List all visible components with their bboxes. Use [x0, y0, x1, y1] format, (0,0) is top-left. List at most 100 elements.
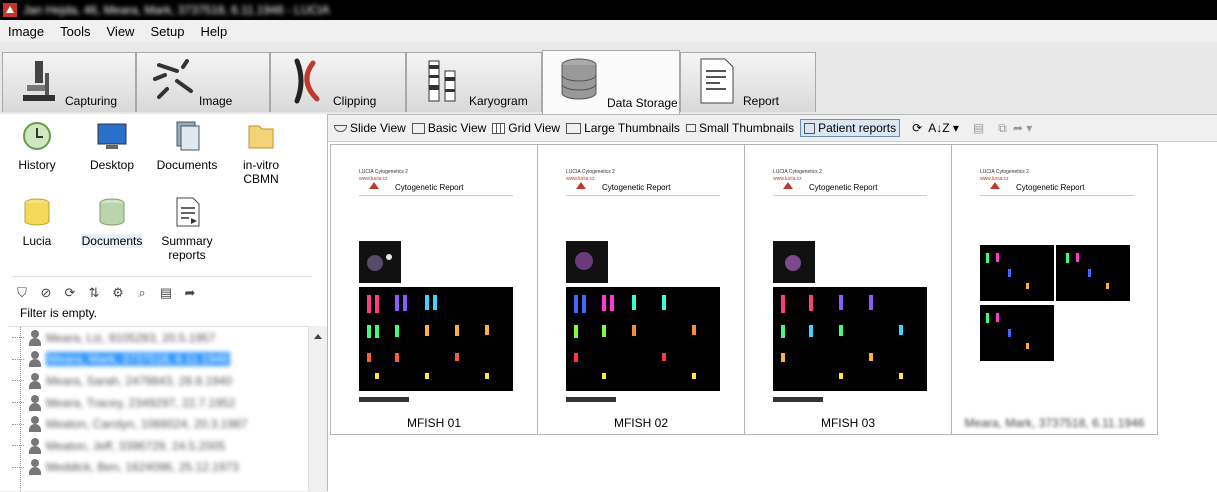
svg-text:Cytogenetic Report: Cytogenetic Report [1016, 183, 1085, 192]
tab-clipping[interactable]: Clipping [270, 52, 406, 112]
person-icon [28, 372, 42, 389]
person-icon [28, 329, 42, 346]
tab-image[interactable]: Image [136, 52, 270, 112]
search-patient-icon[interactable]: ⌕ [134, 285, 150, 301]
lucia-database-icon [24, 198, 50, 226]
basic-view-button[interactable]: Basic View [411, 121, 486, 135]
tab-karyogram-label: Karyogram [469, 94, 528, 108]
menu-image[interactable]: Image [8, 24, 44, 39]
person-icon [28, 351, 42, 368]
svg-text:www.lucia.cz: www.lucia.cz [566, 176, 595, 182]
export-view-icon: ➦ ▾ [1012, 121, 1033, 135]
location-documents-db[interactable]: Documents [78, 196, 146, 248]
clipping-icon [294, 58, 320, 104]
summary-reports-icon [176, 197, 200, 227]
menu-setup[interactable]: Setup [150, 24, 184, 39]
menu-tools[interactable]: Tools [60, 24, 90, 39]
report-page-preview: LUCIA Cytogenetics 2 www.lucia.cz Cytoge… [359, 169, 513, 402]
refresh-icon[interactable]: ⟳ [62, 285, 78, 301]
svg-text:Cytogenetic Report: Cytogenetic Report [809, 183, 878, 192]
svg-text:LUCIA Cytogenetics 2: LUCIA Cytogenetics 2 [773, 169, 822, 175]
svg-text:Cytogenetic Report: Cytogenetic Report [395, 183, 464, 192]
database-icon [561, 58, 597, 100]
person-icon [28, 416, 42, 433]
large-thumbnails-button[interactable]: Large Thumbnails [566, 121, 680, 135]
documents-database-icon [99, 198, 125, 226]
thumbnail-item[interactable]: LUCIA Cytogenetics 2 www.lucia.cz Cytoge… [744, 144, 951, 435]
thumbnail-item[interactable]: LUCIA Cytogenetics 2 www.lucia.cz Cytoge… [330, 144, 537, 435]
refresh-view-icon: ⟳ [912, 121, 923, 135]
menu-view[interactable]: View [107, 24, 135, 39]
chromosomes-icon [153, 59, 193, 99]
patient-row[interactable]: Meara, Tracey, 2349297, 22.7.1952 [8, 392, 308, 414]
report-page-preview: LUCIA Cytogenetics 2 www.lucia.cz Cytoge… [773, 169, 927, 402]
location-desktop[interactable]: Desktop [86, 120, 138, 172]
refresh-view-button[interactable]: ⟳ [912, 121, 922, 135]
documents-icon [176, 121, 200, 151]
thumbnail-caption: Meara, Mark, 3737518, 6.11.1946 [964, 416, 1145, 430]
tab-report-label: Report [743, 94, 780, 108]
location-lucia[interactable]: Lucia [14, 196, 60, 248]
person-icon [28, 437, 42, 454]
thumbnail-item[interactable]: LUCIA Cytogenetics 2 www.lucia.cz Cytoge… [951, 144, 1158, 435]
svg-text:LUCIA Cytogenetics 2: LUCIA Cytogenetics 2 [359, 169, 408, 175]
menu-bar: Image Tools View Setup Help [0, 20, 1217, 42]
patient-toolbar: ⛉ ⊘ ⟳ ⇅ ⚙ ⌕ ▤ ➦ [14, 284, 198, 302]
tab-capturing[interactable]: Capturing [2, 52, 136, 112]
sort-view-button[interactable]: A↓Z ▾ [928, 121, 959, 135]
sort-icon[interactable]: ⇅ [86, 285, 102, 301]
lucia-logo-icon [3, 3, 17, 17]
patient-row-selected[interactable]: Meara, Mark, 3737518, 6.11.1946 [8, 349, 308, 371]
tab-karyogram[interactable]: Karyogram [406, 52, 542, 112]
location-in-vitro-cbmn-label: in-vitro CBMN [242, 158, 279, 186]
sort-az-icon: A↓Z ▾ [928, 121, 959, 135]
small-thumbnails-button[interactable]: Small Thumbnails [685, 121, 794, 135]
location-history[interactable]: History [14, 120, 60, 172]
slide-view-icon [334, 124, 347, 132]
grid-view-button[interactable]: Grid View [492, 121, 560, 135]
scroll-up-icon[interactable] [314, 334, 322, 339]
clear-filter-icon[interactable]: ⊘ [38, 285, 54, 301]
patient-tree-scrollbar[interactable] [308, 326, 327, 491]
document-view-button[interactable]: ▤ [973, 121, 984, 135]
document-icon[interactable]: ▤ [158, 285, 174, 301]
location-summary-reports[interactable]: Summary reports [158, 196, 216, 262]
patient-row[interactable]: Meara, Liz, 9105283, 20.5.1957 [8, 327, 308, 349]
svg-text:Cytogenetic Report: Cytogenetic Report [602, 183, 671, 192]
small-thumbnails-icon [685, 124, 696, 132]
report-page-preview: LUCIA Cytogenetics 2 www.lucia.cz Cytoge… [980, 169, 1134, 361]
patient-settings-icon[interactable]: ⚙ [110, 285, 126, 301]
large-thumbnails-icon [566, 122, 582, 134]
patient-row[interactable]: Meddick, Ben, 1624096, 25.12.1973 [8, 457, 308, 479]
filter-icon[interactable]: ⛉ [14, 285, 30, 301]
export-view-button[interactable]: ➦ ▾ [1013, 121, 1032, 135]
person-icon [28, 459, 42, 476]
title-bar: Jan Hejda, 46, Meara, Mark, 3737518, 6.1… [0, 0, 1217, 20]
thumbnail-caption: MFISH 03 [820, 416, 875, 430]
patient-row[interactable]: Meara, Sarah, 2479843, 28.8.1940 [8, 370, 308, 392]
patient-row[interactable]: Meaton, Jeff, 3396729, 24.5.2005 [8, 435, 308, 457]
location-documents[interactable]: Documents [154, 120, 220, 172]
copy-view-button[interactable]: ⧉ [998, 121, 1007, 136]
export-icon[interactable]: ➦ [182, 285, 198, 301]
patient-reports-button[interactable]: Patient reports [800, 119, 901, 137]
menu-help[interactable]: Help [200, 24, 227, 39]
thumbnail-caption: MFISH 01 [406, 416, 461, 430]
tab-report[interactable]: Report [680, 52, 816, 112]
slide-view-button[interactable]: Slide View [334, 121, 406, 135]
location-summary-reports-label: Summary reports [161, 234, 213, 262]
svg-text:www.lucia.cz: www.lucia.cz [359, 176, 388, 182]
patient-row[interactable]: Meaton, Carolyn, 1066024, 20.3.1987 [8, 413, 308, 435]
history-icon [23, 122, 51, 150]
svg-text:LUCIA Cytogenetics 2: LUCIA Cytogenetics 2 [566, 169, 615, 175]
location-lucia-label: Lucia [22, 234, 52, 248]
patient-reports-icon [804, 122, 816, 134]
report-icon [700, 58, 734, 104]
tab-data-storage[interactable]: Data Storage [542, 50, 680, 114]
karyogram-icon [428, 60, 456, 102]
tab-clipping-label: Clipping [333, 94, 377, 108]
patient-tree: Meara, Liz, 9105283, 20.5.1957 Meara, Ma… [8, 326, 308, 492]
thumbnail-item[interactable]: LUCIA Cytogenetics 2 www.lucia.cz Cytoge… [537, 144, 744, 435]
location-in-vitro-cbmn[interactable]: in-vitro CBMN [236, 120, 286, 186]
desktop-icon [97, 123, 127, 149]
